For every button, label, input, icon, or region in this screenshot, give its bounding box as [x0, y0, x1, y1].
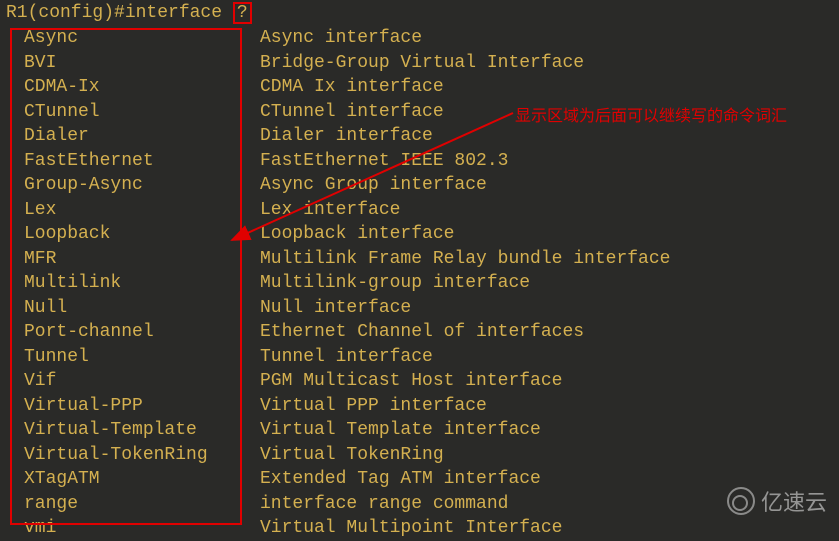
interface-row: LexLex interface: [6, 198, 833, 223]
interface-row: CDMA-IxCDMA Ix interface: [6, 75, 833, 100]
interface-name: Vif: [6, 369, 260, 394]
interface-row: MFRMultilink Frame Relay bundle interfac…: [6, 247, 833, 272]
interface-name: Dialer: [6, 124, 260, 149]
interface-row: AsyncAsync interface: [6, 26, 833, 51]
interface-name: Lex: [6, 198, 260, 223]
interface-row: XTagATMExtended Tag ATM interface: [6, 467, 833, 492]
interface-name: CDMA-Ix: [6, 75, 260, 100]
help-question-mark: ?: [233, 2, 252, 24]
interface-row: TunnelTunnel interface: [6, 345, 833, 370]
command-prompt[interactable]: R1(config)#interface ?: [0, 0, 839, 26]
interface-description: Null interface: [260, 296, 833, 321]
interface-description: Multilink-group interface: [260, 271, 833, 296]
interface-description: Ethernet Channel of interfaces: [260, 320, 833, 345]
interface-name: XTagATM: [6, 467, 260, 492]
interface-description: CDMA Ix interface: [260, 75, 833, 100]
interface-name: Virtual-PPP: [6, 394, 260, 419]
interface-name: Null: [6, 296, 260, 321]
interface-description: PGM Multicast Host interface: [260, 369, 833, 394]
interface-row: vmiVirtual Multipoint Interface: [6, 516, 833, 541]
interface-name: FastEthernet: [6, 149, 260, 174]
interface-row: Group-AsyncAsync Group interface: [6, 173, 833, 198]
interface-row: NullNull interface: [6, 296, 833, 321]
interface-row: Virtual-TokenRingVirtual TokenRing: [6, 443, 833, 468]
interface-row: LoopbackLoopback interface: [6, 222, 833, 247]
interface-row: DialerDialer interface: [6, 124, 833, 149]
interface-description: Tunnel interface: [260, 345, 833, 370]
interface-row: VifPGM Multicast Host interface: [6, 369, 833, 394]
interface-name: Tunnel: [6, 345, 260, 370]
interface-row: Port-channelEthernet Channel of interfac…: [6, 320, 833, 345]
interface-description: FastEthernet IEEE 802.3: [260, 149, 833, 174]
interface-name: MFR: [6, 247, 260, 272]
interface-description: Virtual Multipoint Interface: [260, 516, 833, 541]
interface-description: Virtual TokenRing: [260, 443, 833, 468]
interface-description: Lex interface: [260, 198, 833, 223]
interface-description: Loopback interface: [260, 222, 833, 247]
interface-name: vmi: [6, 516, 260, 541]
interface-name: Port-channel: [6, 320, 260, 345]
interface-row: BVIBridge-Group Virtual Interface: [6, 51, 833, 76]
interface-description: Async Group interface: [260, 173, 833, 198]
annotation-text: 显示区域为后面可以继续写的命令词汇: [515, 102, 787, 126]
interface-name: range: [6, 492, 260, 517]
interface-description: Dialer interface: [260, 124, 833, 149]
interface-name: Loopback: [6, 222, 260, 247]
interface-description: Virtual Template interface: [260, 418, 833, 443]
interface-name: Virtual-TokenRing: [6, 443, 260, 468]
interface-description: Bridge-Group Virtual Interface: [260, 51, 833, 76]
interface-row: FastEthernetFastEthernet IEEE 802.3: [6, 149, 833, 174]
interface-row: Virtual-PPPVirtual PPP interface: [6, 394, 833, 419]
interface-row: rangeinterface range command: [6, 492, 833, 517]
interface-name: Virtual-Template: [6, 418, 260, 443]
interface-row: Virtual-TemplateVirtual Template interfa…: [6, 418, 833, 443]
watermark-logo-icon: [727, 487, 755, 515]
interface-description: Virtual PPP interface: [260, 394, 833, 419]
watermark: 亿速云: [727, 485, 827, 517]
interface-name: BVI: [6, 51, 260, 76]
watermark-text: 亿速云: [761, 485, 827, 517]
interface-name: Async: [6, 26, 260, 51]
interface-name: Group-Async: [6, 173, 260, 198]
prompt-text: R1(config)#interface: [6, 3, 233, 23]
interface-name: CTunnel: [6, 100, 260, 125]
interface-row: MultilinkMultilink-group interface: [6, 271, 833, 296]
interface-name: Multilink: [6, 271, 260, 296]
interface-description: Async interface: [260, 26, 833, 51]
interface-description: Multilink Frame Relay bundle interface: [260, 247, 833, 272]
